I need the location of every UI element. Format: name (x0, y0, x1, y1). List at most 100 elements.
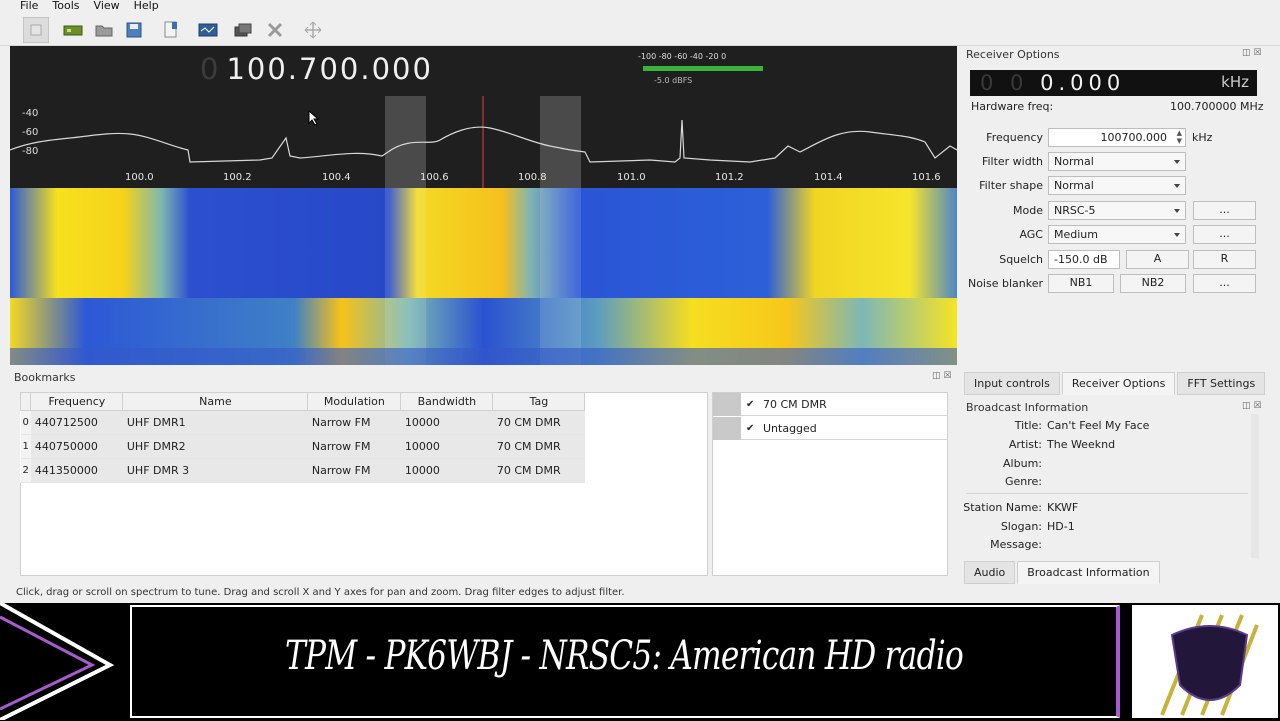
cell-tag[interactable]: 70 CM DMR (492, 410, 585, 435)
cell-modulation[interactable]: Narrow FM (307, 410, 401, 435)
table-row[interactable]: 0 440712500 UHF DMR1 Narrow FM 10000 70 … (20, 410, 585, 435)
column-header[interactable]: Tag (492, 392, 586, 411)
offset-lcd[interactable]: 0 0 0.000 kHz (970, 70, 1257, 96)
menu-help[interactable]: Help (134, 0, 159, 13)
checkbox-checked-icon[interactable]: ✔ (746, 399, 757, 410)
tab-audio[interactable]: Audio (964, 561, 1016, 584)
x-tick[interactable]: 101.4 (814, 172, 843, 183)
filter-shape-value: Normal (1054, 179, 1094, 192)
video-banner: TPM - PK6WBJ - NRSC5: American HD radio (0, 603, 1280, 720)
fft-plot[interactable]: 0 100.700.000 -100 -80 -60 -40 -20 0 -5.0… (10, 46, 957, 188)
cell-bandwidth[interactable]: 10000 (400, 458, 493, 483)
message-key: Message: (990, 538, 1042, 551)
mode-select[interactable]: NRSC-5 (1048, 201, 1186, 220)
frequency-display[interactable]: 0 100.700.000 (200, 52, 433, 86)
row-index: 1 (20, 434, 31, 459)
agc-select[interactable]: Medium (1048, 225, 1186, 244)
row-index: 2 (20, 458, 31, 483)
db-label[interactable]: -60 (22, 127, 38, 138)
x-tick[interactable]: 100.6 (420, 172, 449, 183)
checkbox-checked-icon[interactable]: ✔ (746, 423, 757, 434)
scrollbar[interactable] (1251, 414, 1259, 558)
x-tick[interactable]: 100.4 (322, 172, 351, 183)
cell-name[interactable]: UHF DMR1 (122, 410, 308, 435)
column-header[interactable]: Bandwidth (400, 392, 494, 411)
noise-blanker-label: Noise blanker (967, 277, 1043, 290)
tag-item[interactable]: ✔ Untagged (713, 417, 947, 440)
nb1-button[interactable]: NB1 (1048, 274, 1114, 293)
play-arrow-icon (0, 603, 115, 720)
bookmarks-table: Frequency Name Modulation Bandwidth Tag … (19, 392, 586, 483)
waterfall-display[interactable] (10, 188, 957, 365)
record-icon[interactable] (158, 17, 184, 43)
tag-color-swatch[interactable] (713, 417, 741, 440)
freq-leading-digit[interactable]: 0 (200, 52, 220, 86)
device-icon[interactable] (60, 17, 86, 43)
cell-name[interactable]: UHF DMR2 (122, 434, 308, 459)
squelch-reset-button[interactable]: R (1193, 250, 1256, 269)
cell-frequency[interactable]: 440712500 (30, 410, 123, 435)
cell-bandwidth[interactable]: 10000 (400, 410, 493, 435)
menu-tools[interactable]: Tools (52, 0, 79, 13)
table-row[interactable]: 2 441350000 UHF DMR 3 Narrow FM 10000 70… (20, 458, 585, 483)
screenshot-icon[interactable] (195, 17, 221, 43)
filter-shape-select[interactable]: Normal (1048, 176, 1186, 195)
save-icon[interactable] (121, 17, 147, 43)
x-tick[interactable]: 100.8 (518, 172, 547, 183)
db-label[interactable]: -40 (22, 108, 38, 119)
column-header[interactable]: Frequency (30, 392, 124, 411)
cell-frequency[interactable]: 441350000 (30, 458, 123, 483)
tab-input-controls[interactable]: Input controls (964, 372, 1060, 395)
tab-broadcast-information[interactable]: Broadcast Information (1017, 561, 1160, 584)
crosshair-icon[interactable] (300, 17, 326, 43)
cell-name[interactable]: UHF DMR 3 (122, 458, 308, 483)
cell-tag[interactable]: 70 CM DMR (492, 458, 585, 483)
squelch-value[interactable]: -150.0 dB (1054, 253, 1108, 266)
tag-item[interactable]: ✔ 70 CM DMR (713, 393, 947, 416)
x-tick[interactable]: 100.0 (125, 172, 154, 183)
tag-list: ✔ 70 CM DMR ✔ Untagged (712, 392, 948, 576)
table-row[interactable]: 1 440750000 UHF DMR2 Narrow FM 10000 70 … (20, 434, 585, 459)
nb-options-button[interactable]: ... (1193, 274, 1256, 293)
panel-float-close-icon[interactable]: ◫ ☒ (1242, 48, 1261, 58)
frequency-spinbox[interactable]: 100700.000 ▲ ▼ (1048, 128, 1186, 147)
panel-float-close-icon[interactable]: ◫ ☒ (932, 371, 951, 381)
squelch-label: Squelch (999, 253, 1043, 266)
nb2-button[interactable]: NB2 (1120, 274, 1186, 293)
network-icon[interactable] (230, 17, 256, 43)
title-value: Can't Feel My Face (1047, 419, 1150, 432)
spin-arrows-icon[interactable]: ▲ ▼ (1177, 129, 1182, 145)
cell-tag[interactable]: 70 CM DMR (492, 434, 585, 459)
panel-float-close-icon[interactable]: ◫ ☒ (1242, 401, 1261, 411)
squelch-spinbox[interactable]: -150.0 dB (1048, 250, 1120, 269)
menu-file[interactable]: File (20, 0, 38, 13)
meter-scale: -100 -80 -60 -40 -20 0 (638, 52, 727, 61)
folder-icon[interactable] (91, 17, 117, 43)
mode-options-button[interactable]: ... (1193, 201, 1256, 220)
cell-modulation[interactable]: Narrow FM (307, 434, 401, 459)
cell-frequency[interactable]: 440750000 (30, 434, 123, 459)
freq-main-digits[interactable]: 100.700.000 (226, 52, 433, 86)
column-header[interactable]: Name (122, 392, 309, 411)
column-header[interactable]: Modulation (307, 392, 402, 411)
tab-receiver-options[interactable]: Receiver Options (1061, 372, 1176, 395)
lcd-value[interactable]: 0.000 (1040, 71, 1125, 95)
tools-icon[interactable] (262, 17, 288, 43)
agc-options-button[interactable]: ... (1193, 225, 1256, 244)
frequency-value[interactable]: 100700.000 (1101, 131, 1167, 144)
filter-width-select[interactable]: Normal (1048, 152, 1186, 171)
x-tick[interactable]: 101.0 (617, 172, 646, 183)
power-icon[interactable] (23, 17, 49, 43)
cell-modulation[interactable]: Narrow FM (307, 458, 401, 483)
x-tick[interactable]: 101.2 (715, 172, 744, 183)
cell-bandwidth[interactable]: 10000 (400, 434, 493, 459)
x-tick[interactable]: 101.6 (912, 172, 941, 183)
db-label[interactable]: -80 (22, 146, 38, 157)
menu-view[interactable]: View (94, 0, 120, 13)
tab-fft-settings[interactable]: FFT Settings (1177, 372, 1266, 395)
artist-value: The Weeknd (1047, 438, 1116, 451)
squelch-auto-button[interactable]: A (1126, 250, 1189, 269)
x-tick[interactable]: 100.2 (223, 172, 252, 183)
table-header-row: Frequency Name Modulation Bandwidth Tag (19, 392, 586, 411)
tag-color-swatch[interactable] (713, 393, 741, 416)
